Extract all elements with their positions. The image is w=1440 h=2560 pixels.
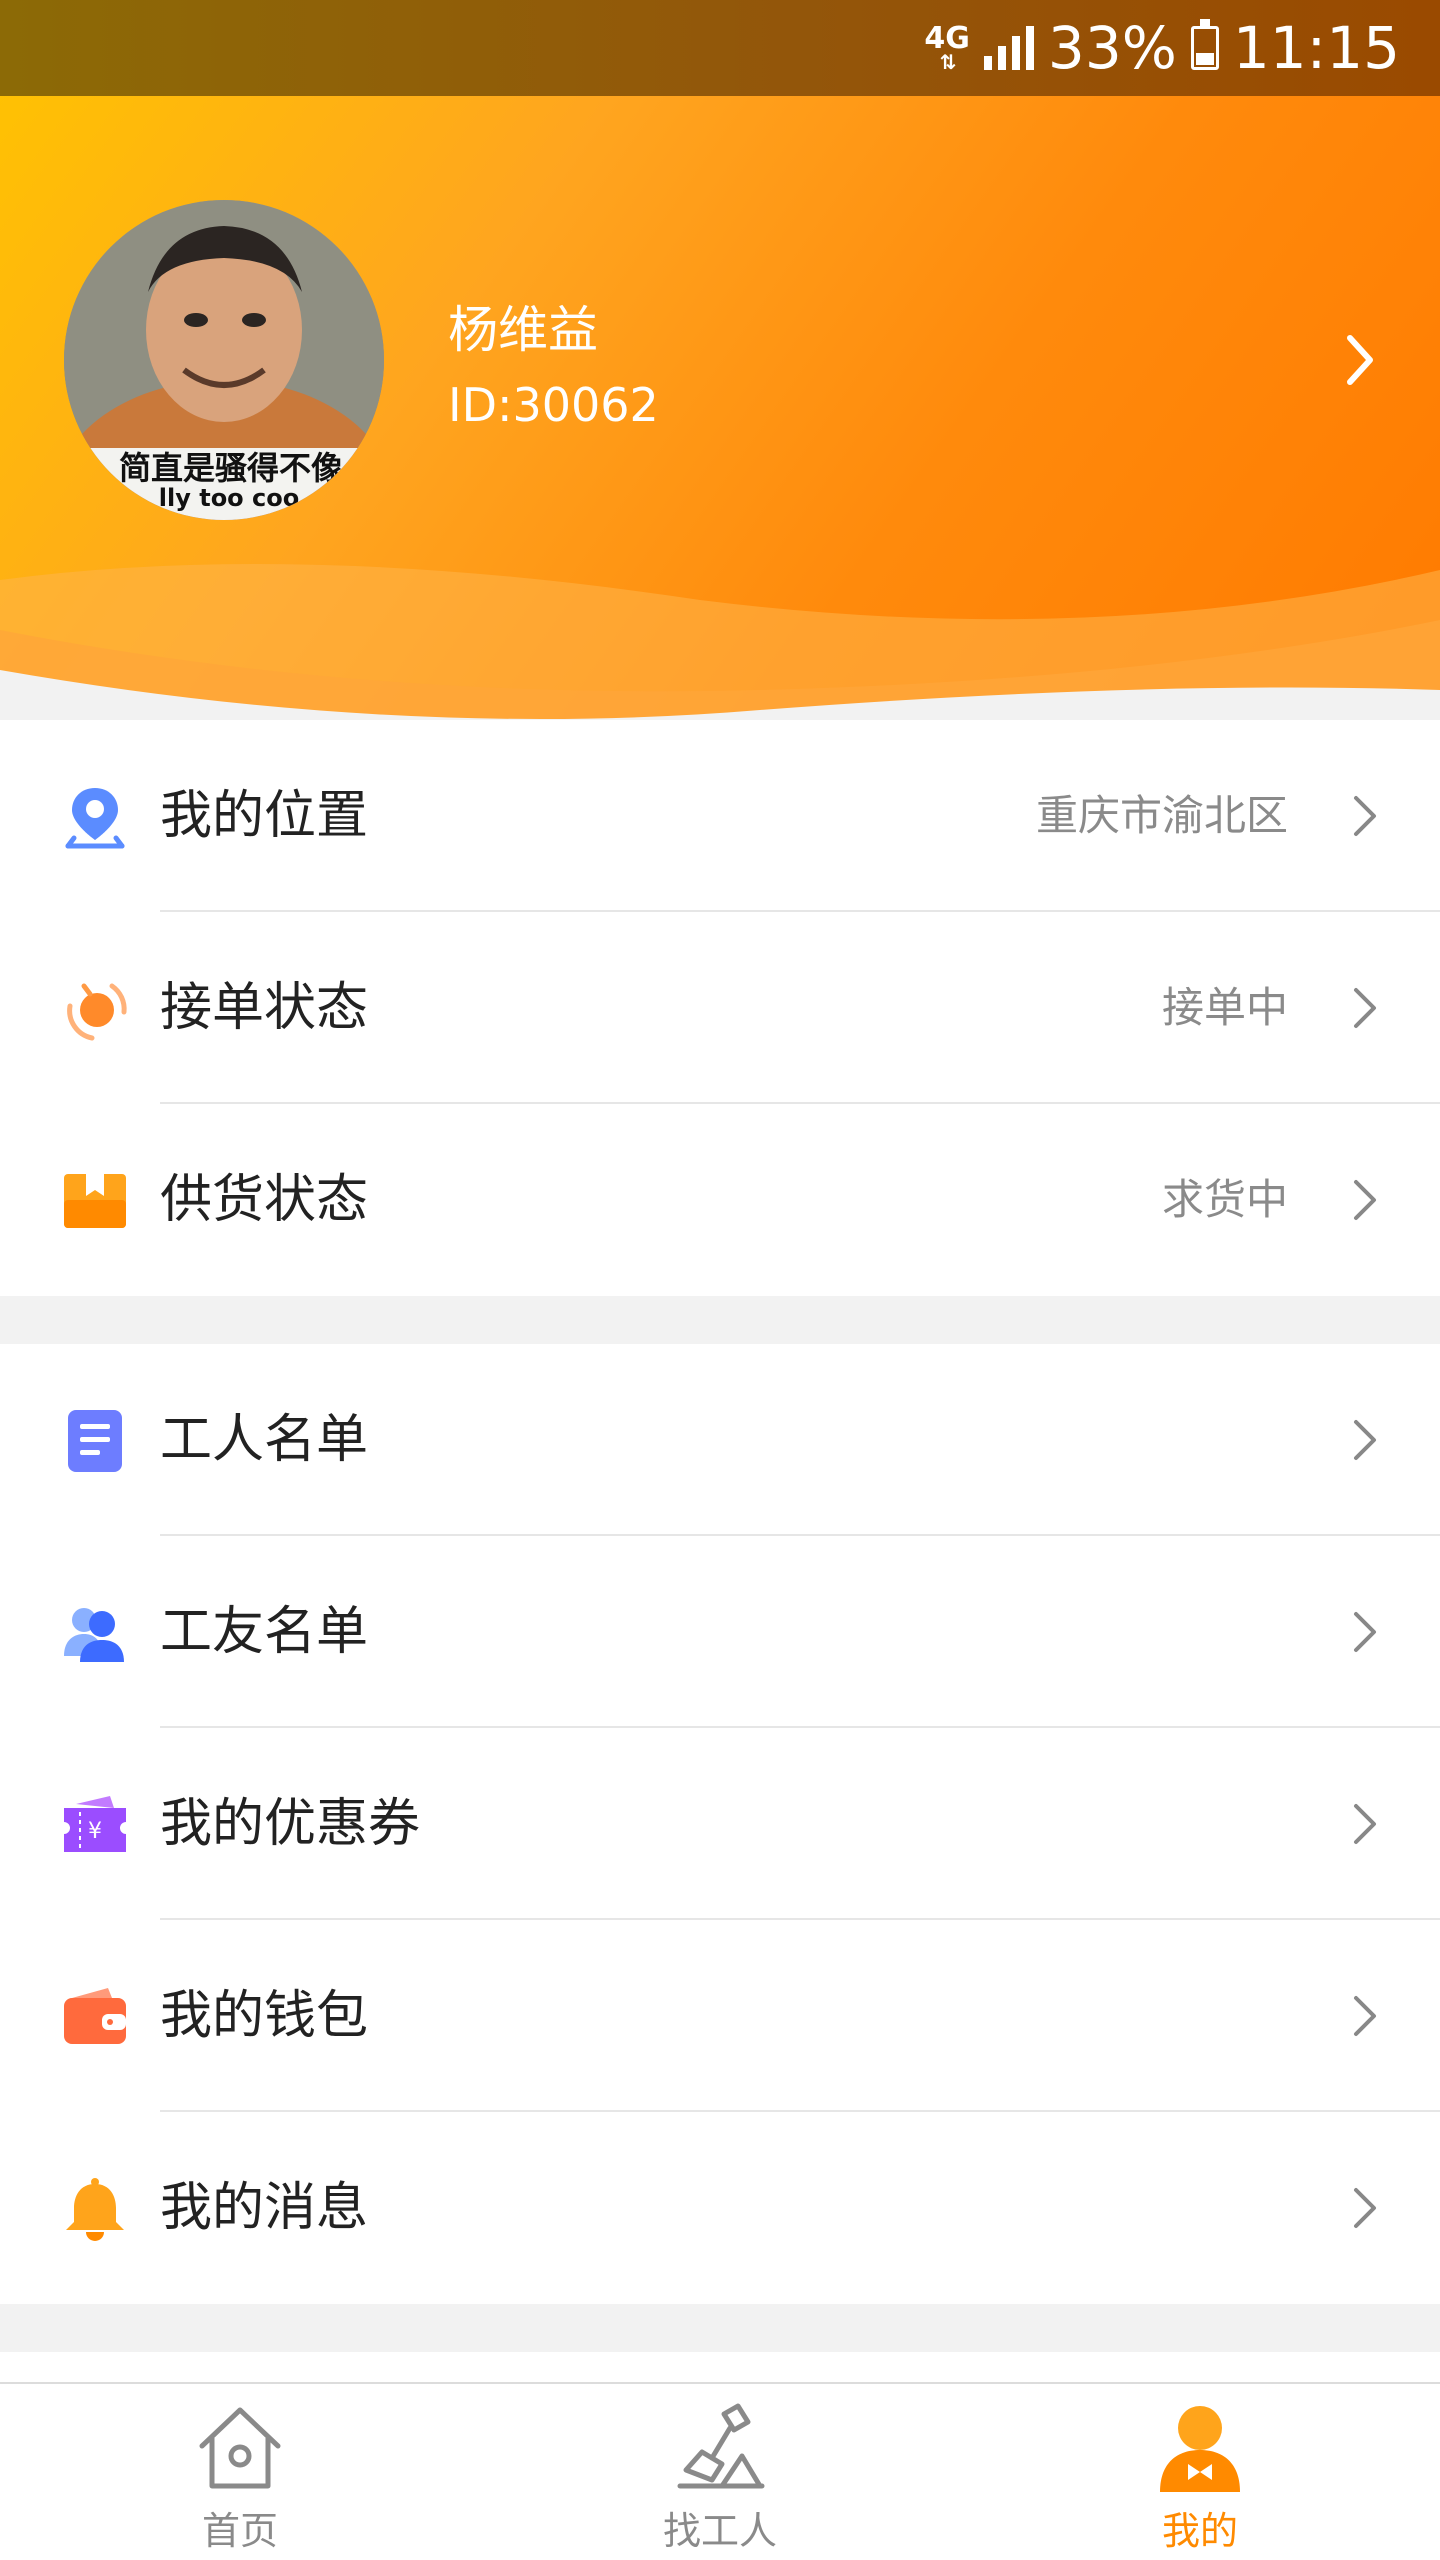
- svg-text:¥: ¥: [88, 1819, 102, 1844]
- menu-label-wallet: 我的钱包: [160, 1986, 369, 2046]
- avatar-caption: 简直是骚得不像: [118, 450, 343, 486]
- document-list-icon: [68, 1410, 122, 1472]
- location-pin-icon: [65, 788, 125, 849]
- chevron-right-icon: [1354, 1612, 1376, 1652]
- menu-value-location: 重庆市渝北区: [1035, 791, 1288, 840]
- menu-label-supply-status: 供货状态: [160, 1170, 369, 1230]
- profile-chevron-icon[interactable]: [1340, 330, 1380, 390]
- users-icon: [64, 1608, 124, 1662]
- status-menu-group: 我的位置 重庆市渝北区 接单状态 接单中 供货状态 求货中: [0, 720, 1440, 1296]
- menu-label-order-status: 接单状态: [160, 978, 369, 1038]
- tab-label-profile: 我的: [1161, 2509, 1238, 2553]
- supply-box-icon: [64, 1174, 126, 1228]
- data-arrows-icon: ⇅: [939, 50, 957, 74]
- chevron-right-icon: [1354, 1420, 1376, 1460]
- menu-row-coworker-list[interactable]: 工友名单: [0, 1536, 1440, 1728]
- menu-value-order-status: 接单中: [1161, 983, 1288, 1032]
- chevron-right-icon: [1354, 1804, 1376, 1844]
- avatar-caption-en: lly too coo: [158, 484, 300, 512]
- tab-profile[interactable]: 我的: [1080, 2384, 1320, 2560]
- tab-home[interactable]: 首页: [120, 2384, 360, 2560]
- header-wave: [0, 564, 1440, 720]
- wallet-icon: [64, 1988, 126, 2044]
- menu-row-order-status[interactable]: 接单状态 接单中: [0, 912, 1440, 1104]
- profile-header: 4G ⇅ 33% 11:15 简直是骚得不像 lly too coo 杨维益 I…: [0, 0, 1440, 720]
- menu-label-coworker-list: 工友名单: [160, 1602, 369, 1662]
- chevron-right-icon: [1354, 796, 1376, 836]
- chevron-right-icon: [1354, 1996, 1376, 2036]
- menu-row-wallet[interactable]: 我的钱包: [0, 1920, 1440, 2112]
- order-status-icon: [67, 983, 127, 1041]
- tab-label-find-worker: 找工人: [662, 2509, 777, 2553]
- status-bar: 4G ⇅ 33% 11:15: [0, 0, 1440, 96]
- tab-find-worker[interactable]: 找工人: [600, 2384, 840, 2560]
- bottom-nav: 首页 找工人 我的: [0, 2382, 1440, 2560]
- user-name: 杨维益: [448, 301, 598, 359]
- menu-value-supply-status: 求货中: [1161, 1175, 1288, 1224]
- menu-row-messages[interactable]: 我的消息: [0, 2112, 1440, 2304]
- chevron-right-icon: [1354, 2188, 1376, 2228]
- menu-row-supply-status[interactable]: 供货状态 求货中: [0, 1104, 1440, 1296]
- tab-label-home: 首页: [201, 2509, 278, 2553]
- coupon-icon: ¥: [64, 1796, 126, 1852]
- battery-icon: [1190, 19, 1219, 70]
- menu-row-coupons[interactable]: ¥ 我的优惠券: [0, 1728, 1440, 1920]
- network-label: 4G: [924, 21, 970, 56]
- home-icon: [199, 2407, 281, 2489]
- battery-percent: 33%: [1047, 14, 1177, 82]
- find-worker-icon: [677, 2403, 765, 2489]
- next-group-peek: [0, 2352, 1440, 2382]
- list-menu-group: 工人名单 工友名单 ¥ 我的优惠券 我的钱包 我的消息: [0, 1344, 1440, 2304]
- menu-label-worker-list: 工人名单: [160, 1410, 369, 1470]
- avatar[interactable]: 简直是骚得不像 lly too coo: [64, 200, 384, 520]
- chevron-right-icon: [1354, 988, 1376, 1028]
- menu-label-coupons: 我的优惠券: [160, 1794, 421, 1854]
- network-indicator: 4G ⇅: [924, 21, 970, 74]
- menu-label-location: 我的位置: [160, 786, 369, 846]
- clock: 11:15: [1232, 14, 1400, 82]
- menu-row-location[interactable]: 我的位置 重庆市渝北区: [0, 720, 1440, 912]
- profile-icon: [1160, 2406, 1240, 2492]
- bell-icon: [66, 2178, 124, 2241]
- user-id: ID:30062: [448, 378, 659, 432]
- menu-label-messages: 我的消息: [160, 2178, 369, 2238]
- chevron-right-icon: [1354, 1180, 1376, 1220]
- menu-row-worker-list[interactable]: 工人名单: [0, 1344, 1440, 1536]
- signal-icon: [983, 26, 1034, 70]
